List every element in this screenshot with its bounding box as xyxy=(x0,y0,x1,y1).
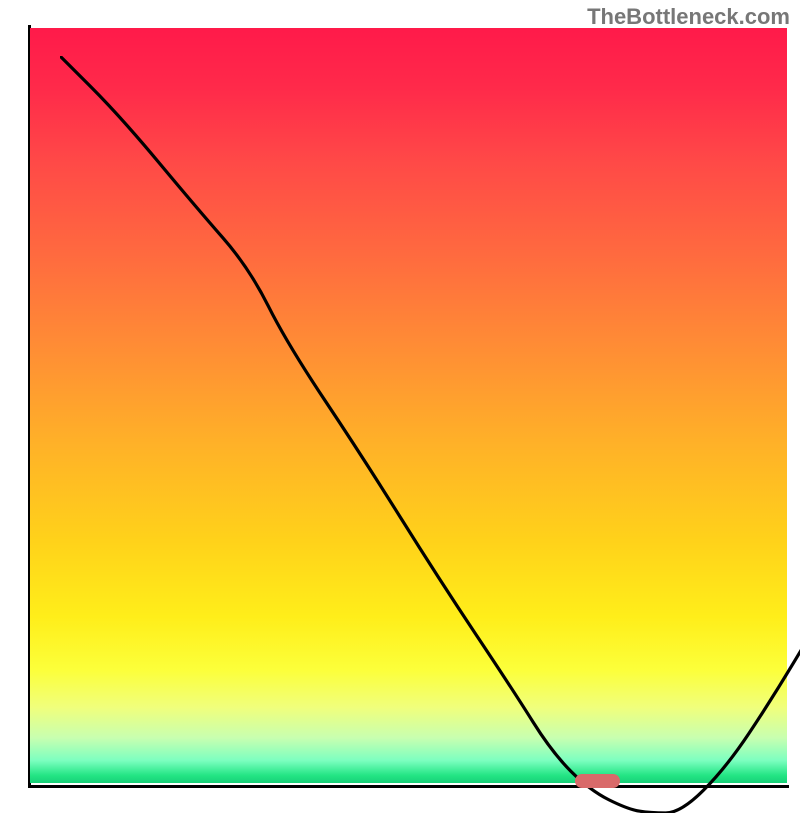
watermark-text: TheBottleneck.com xyxy=(587,4,790,30)
optimal-marker xyxy=(575,774,620,788)
plot-area xyxy=(30,28,787,785)
gradient-background xyxy=(30,28,787,783)
x-axis-line xyxy=(28,785,789,788)
